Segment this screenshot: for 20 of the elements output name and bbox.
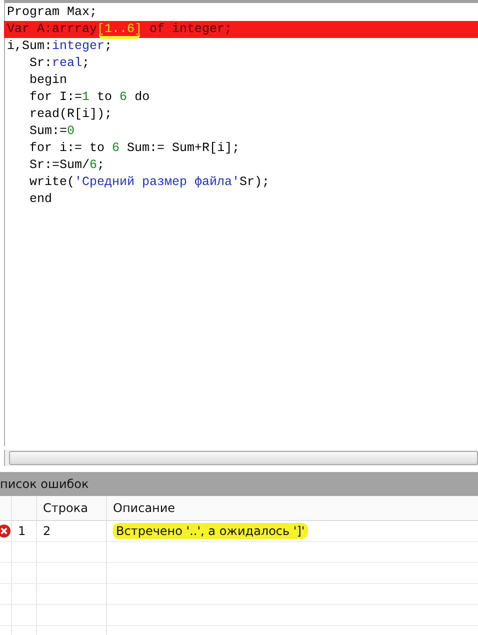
code-line: end bbox=[28, 192, 52, 206]
table-cell: 1 bbox=[18, 524, 26, 538]
column-header: Описание bbox=[113, 501, 176, 515]
code-line: Program Max; bbox=[7, 5, 98, 19]
error-icon bbox=[0, 524, 11, 538]
table-cell: Встречено '..', а ожидалось ']' bbox=[113, 523, 308, 539]
code-line: Sr:real; bbox=[28, 56, 90, 70]
code-line: write('Средний размер файла'Sr); bbox=[28, 175, 270, 189]
code-line: Var A:arrray[1..6] of integer; bbox=[7, 22, 232, 36]
code-line: for I:=1 to 6 do bbox=[28, 90, 150, 104]
code-line: Sum:=0 bbox=[28, 124, 75, 138]
code-line: read(R[i]); bbox=[28, 107, 112, 121]
code-line: i,Sum:integer; bbox=[7, 39, 112, 53]
code-line: Sr:=Sum/6; bbox=[28, 158, 105, 172]
code-editor[interactable]: Program Max; Var A:arrray[1..6] of integer; i,Sum:integer; Sr:real; begin for I:=1 to 6 do read(R[i]); Sum:=0 for i:= to 6 Sum:= Sum+R[i]; Sr:=Sum/6; write('Средний размер файла'Sr); end bbox=[4, 0, 478, 446]
table-cell: 2 bbox=[43, 524, 51, 538]
panel-title: писок ошибок bbox=[0, 477, 89, 491]
code-line: begin bbox=[28, 73, 68, 87]
column-header: Строка bbox=[43, 501, 88, 515]
code-line: for i:= to 6 Sum:= Sum+R[i]; bbox=[28, 141, 240, 155]
